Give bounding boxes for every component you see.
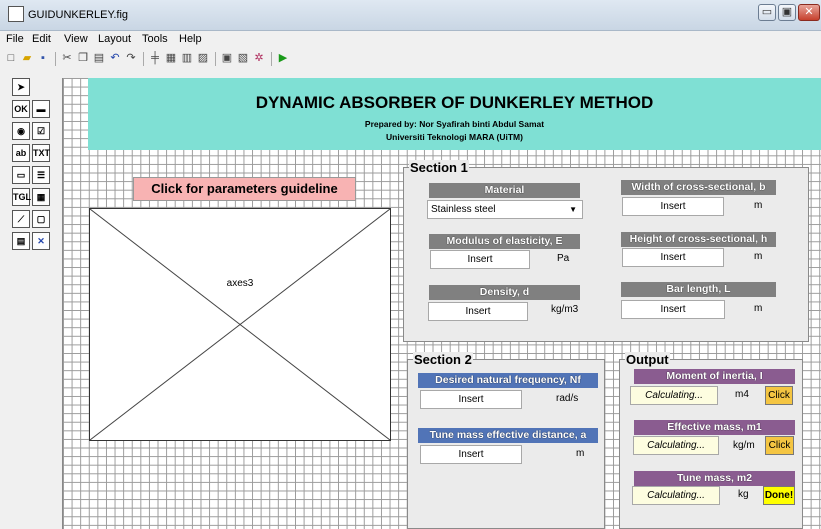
edit-text-tool-icon[interactable]: ab xyxy=(12,144,30,162)
done-button[interactable]: Done! xyxy=(763,486,795,505)
button-group-tool-icon[interactable]: ▤ xyxy=(12,232,30,250)
effective-mass-unit: kg/m xyxy=(733,440,755,451)
axes-tool-icon[interactable]: ⟋ xyxy=(12,210,30,228)
output-title: Output xyxy=(625,352,670,367)
menu-help[interactable]: Help xyxy=(179,33,202,45)
run-figure-icon[interactable]: ▶ xyxy=(276,51,290,65)
width-input[interactable]: Insert xyxy=(622,197,724,216)
toolbar-editor-icon[interactable]: ▨ xyxy=(196,51,210,65)
toolbar: □ ▰ ▪ ✂ ❐ ▤ ↶ ↷ ╪ ▦ ▥ ▨ ▣ ▧ ✲ ▶ xyxy=(0,50,821,68)
natural-frequency-label: Desired natural frequency, Nf xyxy=(418,373,598,388)
undo-icon[interactable]: ↶ xyxy=(108,51,122,65)
section1-title: Section 1 xyxy=(409,160,469,175)
height-label: Height of cross-sectional, h xyxy=(621,232,776,247)
select-tool-icon[interactable]: ➤ xyxy=(12,78,30,96)
length-unit: m xyxy=(754,303,763,314)
modulus-input[interactable]: Insert xyxy=(430,250,530,269)
listbox-tool-icon[interactable]: ☰ xyxy=(32,166,50,184)
m-file-editor-icon[interactable]: ▣ xyxy=(220,51,234,65)
effective-mass-click-button[interactable]: Click xyxy=(765,436,794,455)
moment-of-inertia-unit: m4 xyxy=(735,389,749,400)
cut-icon[interactable]: ✂ xyxy=(60,51,74,65)
material-label: Material xyxy=(429,183,580,198)
chevron-down-icon: ▼ xyxy=(569,205,577,214)
width-unit: m xyxy=(754,200,763,211)
axes-cross-lines xyxy=(90,209,390,440)
section2-title: Section 2 xyxy=(413,352,473,367)
object-browser-icon[interactable]: ✲ xyxy=(252,51,266,65)
menu-layout[interactable]: Layout xyxy=(98,33,131,45)
effective-distance-input[interactable]: Insert xyxy=(420,445,522,464)
tab-order-editor-icon[interactable]: ▥ xyxy=(180,51,194,65)
length-label: Bar length, L xyxy=(621,282,776,297)
popup-menu-tool-icon[interactable]: ▭ xyxy=(12,166,30,184)
tune-mass-unit: kg xyxy=(738,489,749,500)
window-title-bar: GUIDUNKERLEY.fig ▭ ▣ ✕ xyxy=(0,0,821,31)
align-objects-icon[interactable]: ╪ xyxy=(148,51,162,65)
table-tool-icon[interactable]: ▦ xyxy=(32,188,50,206)
width-label: Width of cross-sectional, b xyxy=(621,180,776,195)
figure-app-icon xyxy=(8,6,24,22)
height-input[interactable]: Insert xyxy=(622,248,724,267)
window-title: GUIDUNKERLEY.fig xyxy=(28,9,129,21)
toggle-button-tool-icon[interactable]: TGL xyxy=(12,188,31,206)
moment-of-inertia-label: Moment of inertia, I xyxy=(634,369,795,384)
menu-edit[interactable]: Edit xyxy=(32,33,51,45)
height-unit: m xyxy=(754,251,763,262)
header-banner: DYNAMIC ABSORBER OF DUNKERLEY METHOD Pre… xyxy=(88,78,821,150)
axes-placeholder: axes3 xyxy=(89,208,391,441)
modulus-label: Modulus of elasticity, E xyxy=(429,234,580,249)
static-text-tool-icon[interactable]: TXT xyxy=(32,144,50,162)
natural-frequency-unit: rad/s xyxy=(556,393,579,404)
property-inspector-icon[interactable]: ▧ xyxy=(236,51,250,65)
effective-distance-label: Tune mass effective distance, a xyxy=(418,428,598,443)
close-button[interactable]: ✕ xyxy=(798,4,820,21)
app-title: DYNAMIC ABSORBER OF DUNKERLEY METHOD xyxy=(255,93,654,112)
effective-mass-output: Calculating... xyxy=(633,436,719,455)
restore-button[interactable]: ▣ xyxy=(778,4,796,21)
paste-icon[interactable]: ▤ xyxy=(92,51,106,65)
inertia-click-button[interactable]: Click xyxy=(765,386,793,405)
radio-button-tool-icon[interactable]: ◉ xyxy=(12,122,30,140)
component-palette: ➤ OK ▬ ◉ ☑ ab TXT ▭ ☰ TGL ▦ ⟋ ▢ ▤ ✕ xyxy=(0,72,60,529)
tune-mass-output: Calculating... xyxy=(632,486,720,505)
new-file-icon[interactable]: □ xyxy=(4,51,18,65)
effective-distance-unit: m xyxy=(576,448,585,459)
redo-icon[interactable]: ↷ xyxy=(124,51,138,65)
menu-view[interactable]: View xyxy=(64,33,88,45)
slider-tool-icon[interactable]: ▬ xyxy=(32,100,50,118)
menu-tools[interactable]: Tools xyxy=(142,33,168,45)
menu-bar: File Edit View Layout Tools Help xyxy=(0,31,821,48)
copy-icon[interactable]: ❐ xyxy=(76,51,90,65)
tune-mass-label: Tune mass, m2 xyxy=(634,471,795,486)
author-text: Prepared by: Nor Syafirah binti Abdul Sa… xyxy=(364,119,545,129)
density-unit: kg/m3 xyxy=(551,304,579,315)
density-label: Density, d xyxy=(429,285,580,300)
moment-of-inertia-output: Calculating... xyxy=(630,386,718,405)
activex-control-tool-icon[interactable]: ✕ xyxy=(32,232,50,250)
modulus-unit: Pa xyxy=(557,253,570,264)
save-icon[interactable]: ▪ xyxy=(36,51,50,65)
density-input[interactable]: Insert xyxy=(428,302,528,321)
material-selected-value: Stainless steel xyxy=(431,204,496,215)
natural-frequency-input[interactable]: Insert xyxy=(420,390,522,409)
menu-editor-icon[interactable]: ▦ xyxy=(164,51,178,65)
panel-tool-icon[interactable]: ▢ xyxy=(32,210,50,228)
university-text: Universiti Teknologi MARA (UiTM) xyxy=(386,132,523,142)
push-button-tool-icon[interactable]: OK xyxy=(12,100,30,118)
material-dropdown[interactable]: Stainless steel ▼ xyxy=(427,200,583,219)
parameters-guideline-button[interactable]: Click for parameters guideline xyxy=(133,177,356,201)
axes-label: axes3 xyxy=(226,278,254,289)
length-input[interactable]: Insert xyxy=(621,300,725,319)
open-folder-icon[interactable]: ▰ xyxy=(20,51,34,65)
minimize-button[interactable]: ▭ xyxy=(758,4,776,21)
menu-file[interactable]: File xyxy=(6,33,24,45)
checkbox-tool-icon[interactable]: ☑ xyxy=(32,122,50,140)
effective-mass-label: Effective mass, m1 xyxy=(634,420,795,435)
